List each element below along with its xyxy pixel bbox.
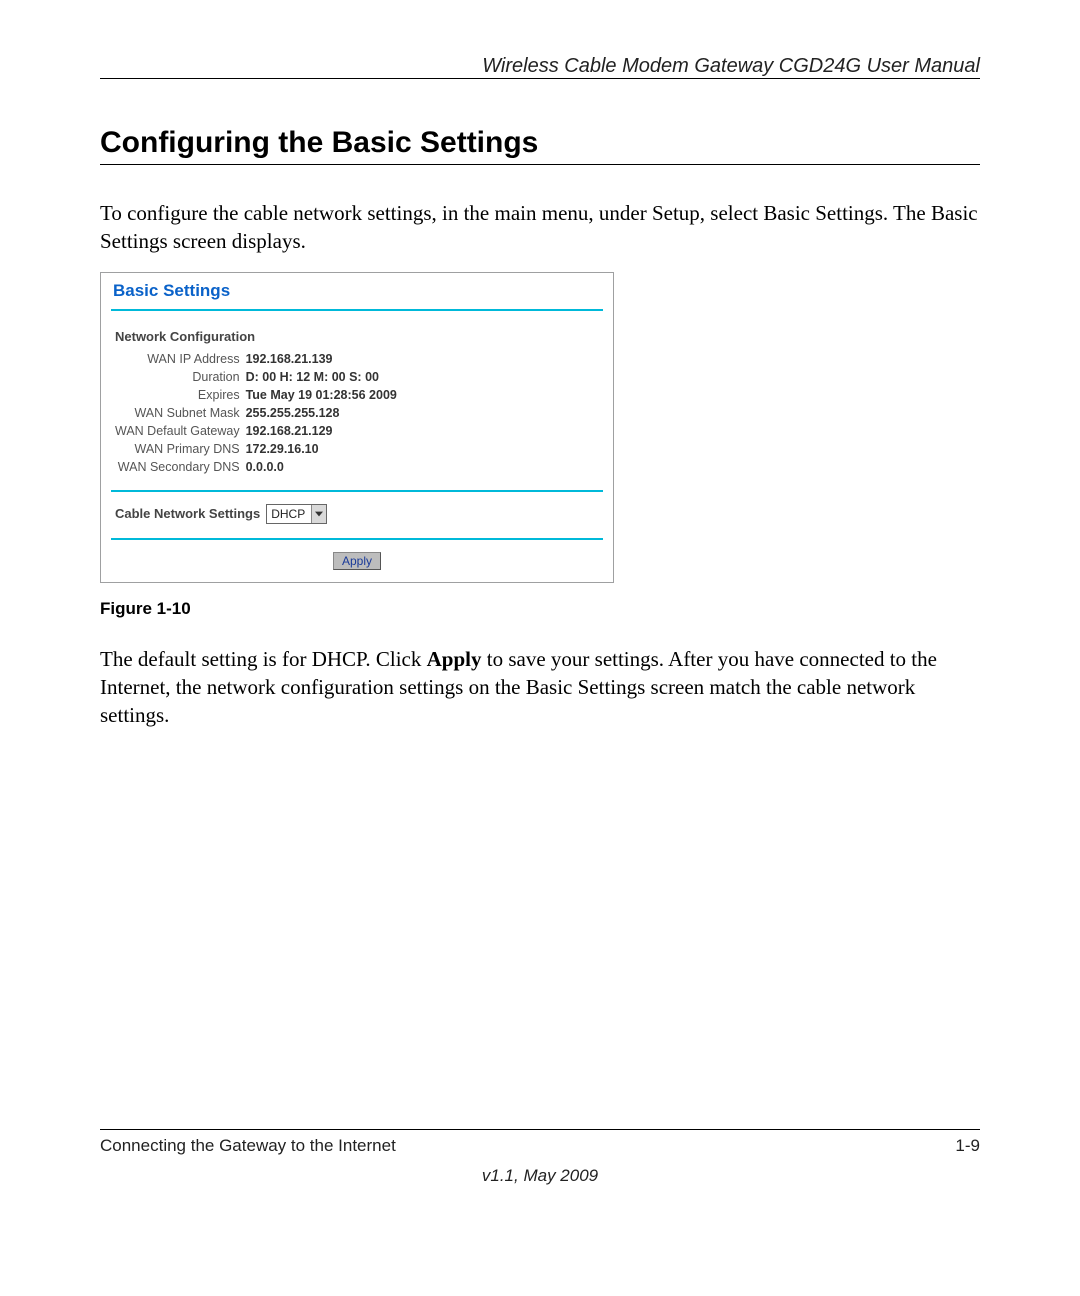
cable-network-settings-row: Cable Network Settings DHCP	[115, 504, 603, 524]
footer-left: Connecting the Gateway to the Internet	[100, 1136, 396, 1156]
network-configuration-title: Network Configuration	[115, 329, 603, 344]
table-row: WAN Default Gateway 192.168.21.129	[115, 422, 403, 440]
intro-paragraph: To configure the cable network settings,…	[100, 199, 980, 256]
row-label: WAN IP Address	[115, 350, 246, 368]
panel-rule-mid	[111, 490, 603, 492]
row-value: Tue May 19 01:28:56 2009	[246, 386, 403, 404]
panel-rule-top	[111, 309, 603, 311]
panel-title: Basic Settings	[113, 281, 603, 301]
header-rule	[100, 78, 980, 79]
footer-right-page-number: 1-9	[955, 1136, 980, 1156]
network-configuration-table: WAN IP Address 192.168.21.139 Duration D…	[115, 350, 403, 476]
select-value: DHCP	[271, 507, 305, 521]
row-label: Duration	[115, 368, 246, 386]
footer-rule	[100, 1129, 980, 1130]
basic-settings-screenshot: Basic Settings Network Configuration WAN…	[100, 272, 614, 583]
row-value: 192.168.21.129	[246, 422, 403, 440]
row-value: D: 00 H: 12 M: 00 S: 00	[246, 368, 403, 386]
row-value: 0.0.0.0	[246, 458, 403, 476]
table-row: Duration D: 00 H: 12 M: 00 S: 00	[115, 368, 403, 386]
panel-rule-bottom	[111, 538, 603, 540]
row-label: WAN Secondary DNS	[115, 458, 246, 476]
row-label: WAN Subnet Mask	[115, 404, 246, 422]
page-footer: Connecting the Gateway to the Internet 1…	[100, 1129, 980, 1186]
row-value: 192.168.21.139	[246, 350, 403, 368]
chevron-down-icon	[311, 505, 326, 523]
figure: Basic Settings Network Configuration WAN…	[100, 272, 980, 619]
row-label: WAN Primary DNS	[115, 440, 246, 458]
section-title: Configuring the Basic Settings	[100, 126, 980, 160]
table-row: WAN Subnet Mask 255.255.255.128	[115, 404, 403, 422]
apply-button[interactable]: Apply	[333, 552, 381, 570]
table-row: Expires Tue May 19 01:28:56 2009	[115, 386, 403, 404]
cable-network-settings-label: Cable Network Settings	[115, 506, 260, 521]
row-label: WAN Default Gateway	[115, 422, 246, 440]
figure-caption: Figure 1-10	[100, 599, 980, 619]
after-figure-paragraph: The default setting is for DHCP. Click A…	[100, 645, 980, 730]
text-span: The default setting is for DHCP. Click	[100, 647, 427, 671]
apply-bold-word: Apply	[427, 647, 482, 671]
row-value: 255.255.255.128	[246, 404, 403, 422]
running-header: Wireless Cable Modem Gateway CGD24G User…	[482, 55, 980, 78]
footer-version: v1.1, May 2009	[100, 1166, 980, 1186]
table-row: WAN Secondary DNS 0.0.0.0	[115, 458, 403, 476]
table-row: WAN IP Address 192.168.21.139	[115, 350, 403, 368]
cable-network-settings-select[interactable]: DHCP	[266, 504, 327, 524]
table-row: WAN Primary DNS 172.29.16.10	[115, 440, 403, 458]
row-value: 172.29.16.10	[246, 440, 403, 458]
section-title-rule	[100, 164, 980, 165]
row-label: Expires	[115, 386, 246, 404]
